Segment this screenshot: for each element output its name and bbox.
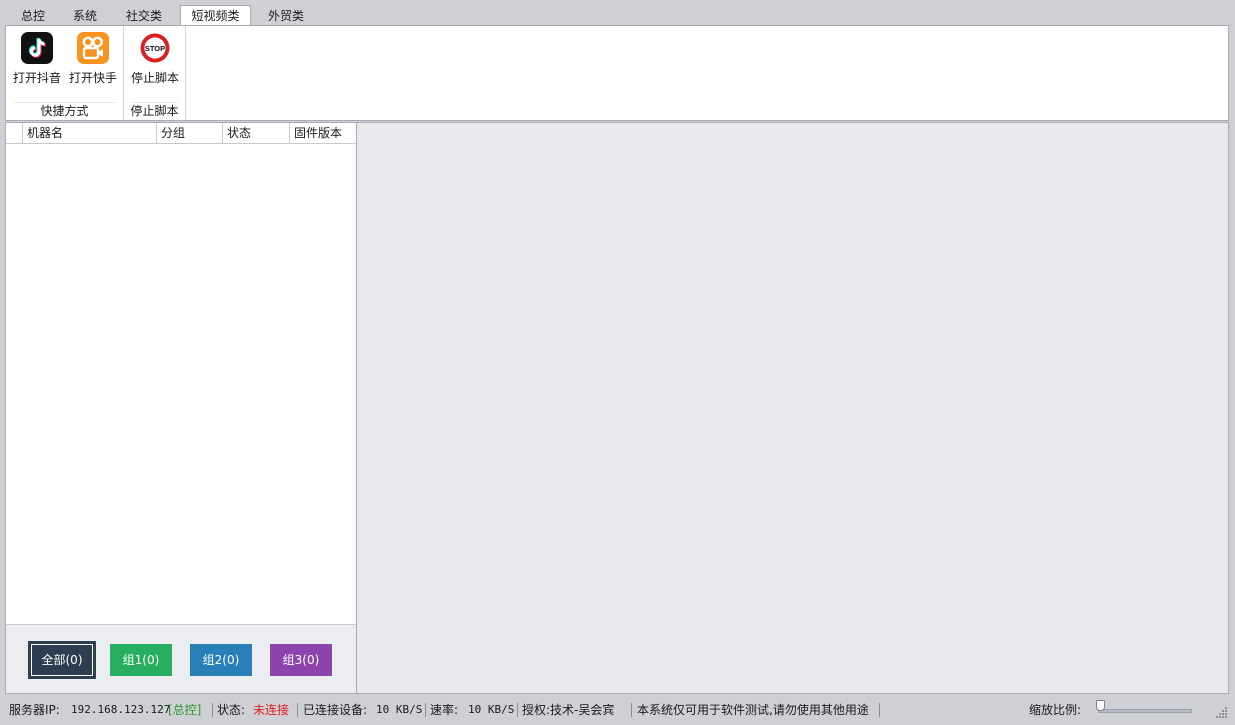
rate-value: 10 KB/S — [468, 703, 515, 716]
group-button-bar: 全部(0) 组1(0) 组2(0) 组3(0) — [6, 624, 356, 693]
device-grid-body[interactable] — [6, 144, 356, 624]
resize-grip-icon[interactable] — [1216, 706, 1228, 718]
server-ip-value: 192.168.123.127 — [71, 703, 171, 716]
tab-zongkong[interactable]: 总控 — [10, 6, 56, 26]
license-text: 授权:技术-吴会宾 — [522, 703, 615, 717]
column-header-group[interactable]: 分组 — [156, 123, 222, 143]
ribbon-group-stop: STOP 停止脚本 停止脚本 — [124, 26, 186, 120]
open-douyin-button[interactable]: 打开抖音 — [9, 30, 65, 88]
open-douyin-label: 打开抖音 — [12, 71, 61, 85]
connection-status-label: 状态: — [217, 703, 246, 717]
connected-devices-value: 10 KB/S — [376, 703, 423, 716]
status-separator — [297, 703, 298, 717]
ribbon-group-shortcuts: 打开抖音 打开快手 快捷方式 — [6, 26, 124, 120]
stop-script-label: 停止脚本 — [130, 71, 179, 85]
stop-script-button[interactable]: STOP 停止脚本 — [126, 30, 184, 88]
tab-shejiao[interactable]: 社交类 — [116, 6, 172, 26]
column-header-status[interactable]: 状态 — [222, 123, 289, 143]
connection-status-value: 未连接 — [253, 703, 290, 717]
mode-indicator: [总控] — [168, 703, 202, 717]
status-separator — [212, 703, 213, 717]
screen-preview-area[interactable] — [357, 122, 1229, 694]
tab-xitong[interactable]: 系统 — [62, 6, 108, 26]
status-separator — [631, 703, 632, 717]
tab-duanshipin[interactable]: 短视频类 — [180, 5, 251, 26]
server-ip-label: 服务器IP: — [9, 703, 60, 717]
device-list-panel: 机器名 分组 状态 固件版本 全部(0) 组1(0) 组2(0) 组3(0) — [5, 122, 357, 694]
column-header-machine-name[interactable]: 机器名 — [22, 123, 156, 143]
column-header-firmware[interactable]: 固件版本 — [289, 123, 356, 143]
stop-icon-text: STOP — [145, 44, 165, 53]
rate-label: 速率: — [430, 703, 459, 717]
usage-notice: 本系统仅可用于软件测试,请勿使用其他用途 — [637, 703, 869, 717]
status-separator — [879, 703, 880, 717]
status-separator — [517, 703, 518, 717]
ribbon-tab-bar: 总控 系统 社交类 短视频类 外贸类 — [0, 0, 1235, 26]
device-grid-header: 机器名 分组 状态 固件版本 — [6, 123, 356, 144]
open-kuaishou-button[interactable]: 打开快手 — [65, 30, 121, 88]
tab-waimao[interactable]: 外贸类 — [258, 6, 314, 26]
status-separator — [425, 703, 426, 717]
zoom-label: 缩放比例: — [1029, 703, 1082, 717]
zoom-slider-thumb[interactable] — [1096, 700, 1105, 711]
group-3-button[interactable]: 组3(0) — [270, 644, 332, 676]
zoom-slider-track[interactable] — [1098, 709, 1192, 713]
group-1-button[interactable]: 组1(0) — [110, 644, 172, 676]
connected-devices-label: 已连接设备: — [303, 703, 368, 717]
ribbon-group-label: 停止脚本 — [130, 104, 179, 118]
ribbon-panel: 打开抖音 打开快手 快捷方式 STOP 停止脚本 停止脚本 — [5, 25, 1229, 121]
kuaishou-icon — [77, 32, 109, 64]
stop-icon: STOP — [139, 32, 171, 64]
douyin-icon — [21, 32, 53, 64]
group-2-button[interactable]: 组2(0) — [190, 644, 252, 676]
open-kuaishou-label: 打开快手 — [68, 71, 117, 85]
ribbon-group-label: 快捷方式 — [40, 104, 89, 118]
status-bar: 服务器IP: 192.168.123.127 [总控] 状态: 未连接 已连接设… — [0, 695, 1235, 725]
group-all-button[interactable]: 全部(0) — [28, 641, 96, 679]
